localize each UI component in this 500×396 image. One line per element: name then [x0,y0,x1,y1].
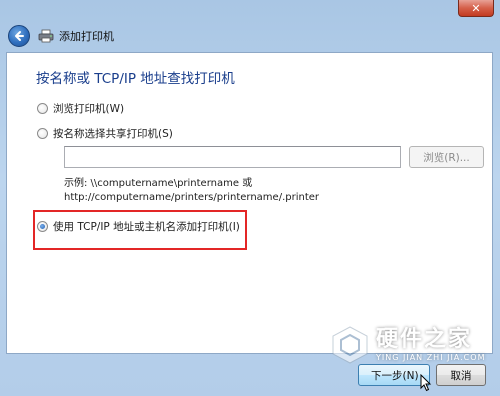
back-button[interactable] [8,25,30,47]
radio-label: 按名称选择共享打印机(S) [53,128,173,140]
next-button[interactable]: 下一步(N) [358,364,430,386]
wizard-content: 按名称或 TCP/IP 地址查找打印机 浏览打印机(W) 按名称选择共享打印机(… [6,52,493,354]
window-title: 添加打印机 [59,30,114,43]
radio-label: 浏览打印机(W) [53,103,125,115]
example-line-2: http://computername/printers/printername… [64,192,320,203]
page-heading: 按名称或 TCP/IP 地址查找打印机 [36,71,235,87]
close-button[interactable]: ✕ [458,0,494,17]
add-printer-window: ✕ 添加打印机 按名称或 TCP/IP 地址查找打印机 浏览打印机(W) 按名称… [0,0,500,396]
example-text: 示例: \\computername\printername 或 http://… [64,177,319,205]
radio-button-selected[interactable] [37,221,48,232]
cancel-button[interactable]: 取消 [436,364,486,386]
radio-button[interactable] [37,103,48,114]
browse-button[interactable]: 浏览(R)... [409,146,484,168]
close-icon: ✕ [471,1,481,15]
shared-printer-name-input[interactable] [64,146,401,168]
wizard-footer: 下一步(N) 取消 [0,354,500,396]
radio-select-shared-printer[interactable]: 按名称选择共享打印机(S) [37,126,173,141]
back-arrow-icon [15,31,24,41]
title-bar: 添加打印机 [4,22,496,50]
radio-browse-printer[interactable]: 浏览打印机(W) [37,101,124,116]
radio-tcpip-hostname[interactable]: 使用 TCP/IP 地址或主机名添加打印机(I) [37,219,240,234]
example-line-1: 示例: \\computername\printername 或 [64,178,253,189]
radio-button[interactable] [37,128,48,139]
printer-icon [38,29,54,43]
radio-label: 使用 TCP/IP 地址或主机名添加打印机(I) [53,221,240,233]
